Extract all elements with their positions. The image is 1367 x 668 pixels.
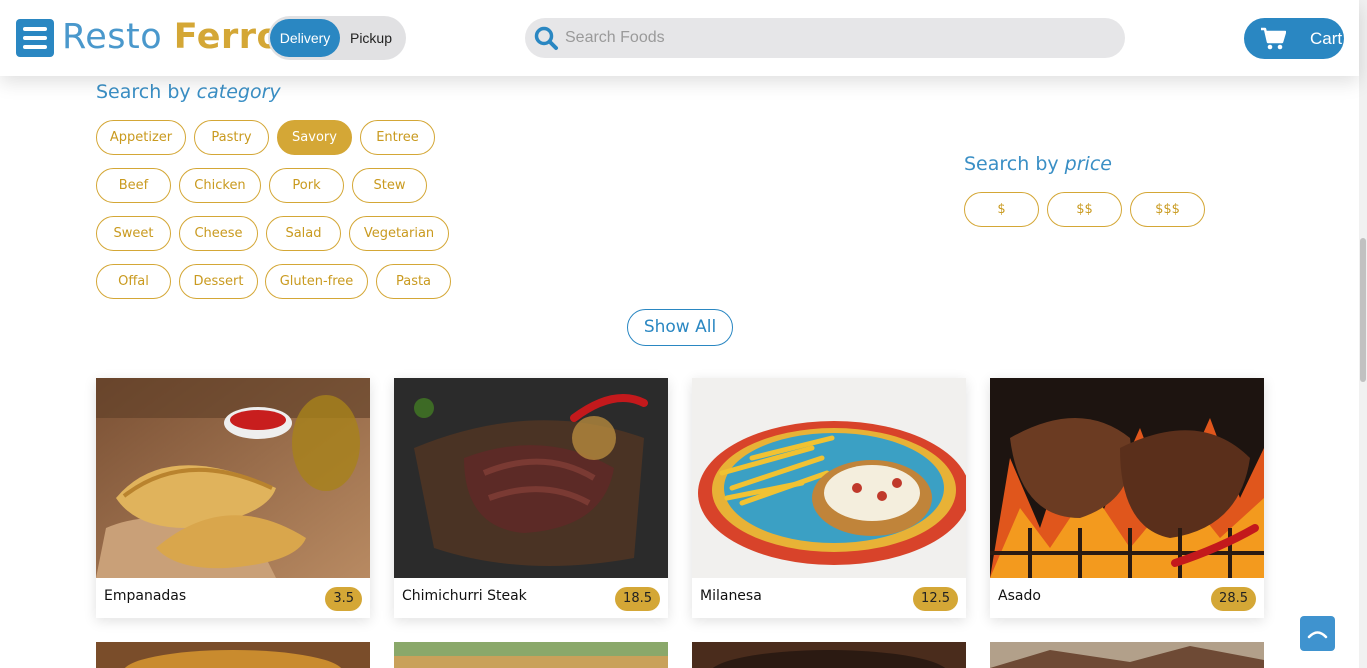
food-name: Asado (998, 588, 1041, 604)
show-all-button[interactable]: Show All (627, 309, 733, 346)
search-input[interactable] (565, 18, 1105, 58)
top-navbar: Resto Ferro Delivery Pickup Cart (0, 0, 1359, 76)
category-pill-vegetarian[interactable]: Vegetarian (349, 216, 449, 251)
pickup-option[interactable]: Pickup (340, 19, 402, 57)
brand-logo[interactable]: Resto Ferro (62, 16, 281, 58)
cart-button[interactable]: Cart (1244, 18, 1344, 59)
category-pill-pastry[interactable]: Pastry (194, 120, 269, 155)
scrollbar-thumb[interactable] (1360, 238, 1366, 382)
chevron-up-icon (1307, 631, 1328, 639)
scroll-to-top-button[interactable] (1300, 616, 1335, 651)
category-title-prefix: Search by (96, 81, 191, 103)
food-card-partial[interactable] (96, 642, 370, 668)
category-pill-stew[interactable]: Stew (352, 168, 427, 203)
category-pill-entree[interactable]: Entree (360, 120, 435, 155)
food-image (990, 646, 1264, 668)
food-image (712, 650, 946, 668)
food-price-badge: 12.5 (913, 587, 958, 611)
price-title-emphasis: price (1064, 153, 1112, 175)
food-name: Empanadas (104, 588, 187, 604)
food-card-asado[interactable]: Asado 28.5 (990, 378, 1264, 618)
cart-label: Cart (1310, 29, 1343, 48)
food-image (124, 650, 342, 668)
page-scrollbar[interactable] (1359, 0, 1367, 668)
category-pill-pork[interactable]: Pork (269, 168, 344, 203)
food-card-partial[interactable] (692, 642, 966, 668)
food-name: Milanesa (700, 588, 762, 604)
price-pill-high[interactable]: $$$ (1130, 192, 1205, 227)
search-icon[interactable] (533, 25, 559, 51)
category-title-emphasis: category (196, 81, 281, 103)
food-image-empanadas (96, 378, 370, 578)
food-card-milanesa[interactable]: Milanesa 12.5 (692, 378, 966, 618)
category-pill-savory[interactable]: Savory (277, 120, 352, 155)
food-image-chimichurri-steak (394, 378, 668, 578)
food-image-asado (990, 378, 1264, 578)
category-pill-dessert[interactable]: Dessert (179, 264, 258, 299)
food-price-badge: 18.5 (615, 587, 660, 611)
food-image-milanesa (692, 378, 966, 578)
price-pill-low[interactable]: $ (964, 192, 1039, 227)
delivery-option[interactable]: Delivery (270, 19, 340, 57)
search-bar (525, 18, 1125, 58)
food-card-chimichurri-steak[interactable]: Chimichurri Steak 18.5 (394, 378, 668, 618)
category-pill-chicken[interactable]: Chicken (179, 168, 261, 203)
cart-icon (1261, 27, 1286, 50)
category-pill-salad[interactable]: Salad (266, 216, 341, 251)
delivery-pickup-toggle: Delivery Pickup (268, 16, 406, 60)
food-price-badge: 28.5 (1211, 587, 1256, 611)
category-pill-appetizer[interactable]: Appetizer (96, 120, 186, 155)
food-price-badge: 3.5 (325, 587, 362, 611)
price-title-prefix: Search by (964, 153, 1059, 175)
category-pill-beef[interactable]: Beef (96, 168, 171, 203)
category-pill-pasta[interactable]: Pasta (376, 264, 451, 299)
food-card-partial[interactable] (394, 642, 668, 668)
price-section-title: Search by price (964, 153, 1112, 175)
food-name: Chimichurri Steak (402, 588, 527, 604)
food-card-partial[interactable] (990, 642, 1264, 668)
category-pill-sweet[interactable]: Sweet (96, 216, 171, 251)
price-pill-mid[interactable]: $$ (1047, 192, 1122, 227)
hamburger-menu-icon[interactable] (16, 19, 54, 57)
food-card-empanadas[interactable]: Empanadas 3.5 (96, 378, 370, 618)
food-image (394, 656, 668, 668)
category-section-title: Search by category (96, 81, 281, 103)
category-pill-cheese[interactable]: Cheese (179, 216, 258, 251)
category-pill-gluten-free[interactable]: Gluten-free (265, 264, 368, 299)
brand-name-part1: Resto (62, 17, 163, 57)
category-pill-offal[interactable]: Offal (96, 264, 171, 299)
brand-name-part2: Ferro (173, 17, 282, 57)
